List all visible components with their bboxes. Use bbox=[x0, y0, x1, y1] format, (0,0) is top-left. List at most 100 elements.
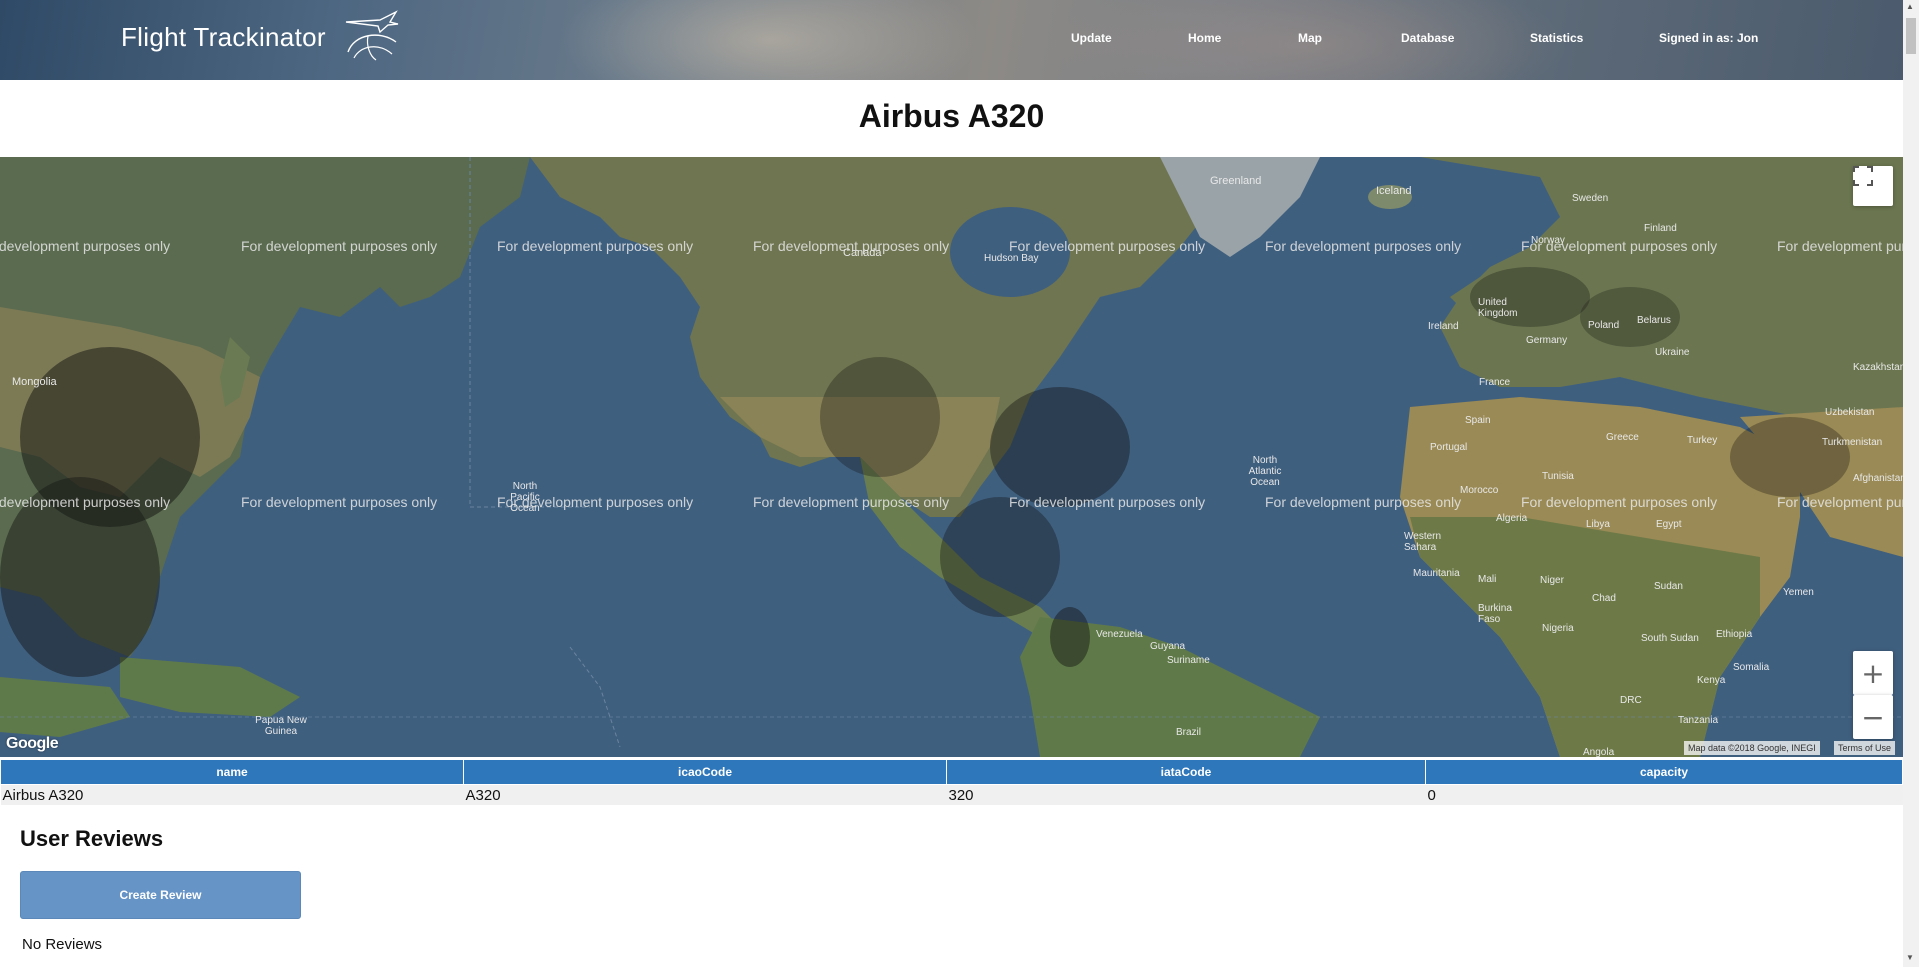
header-background-cloud bbox=[560, 0, 980, 80]
dev-watermark: For development purposes only bbox=[497, 238, 694, 254]
map-label: Niger bbox=[1540, 575, 1564, 586]
airplane-globe-logo-icon bbox=[345, 10, 399, 61]
terms-of-use-link[interactable]: Terms of Use bbox=[1834, 741, 1896, 755]
dev-watermark: For development purposes only bbox=[753, 494, 950, 510]
dev-watermark: For development purposes only bbox=[0, 494, 171, 510]
no-reviews-text: No Reviews bbox=[22, 936, 103, 953]
map-label: Mongolia bbox=[12, 376, 57, 388]
map-label: Suriname bbox=[1167, 655, 1210, 666]
map-label: Afghanistan bbox=[1853, 473, 1903, 484]
map-label: Venezuela bbox=[1096, 629, 1143, 640]
nav-update[interactable]: Update bbox=[1071, 31, 1112, 45]
world-map[interactable]: For development purposes only For develo… bbox=[0, 157, 1903, 757]
map-label: Hudson Bay bbox=[984, 253, 1039, 264]
map-label: Portugal bbox=[1430, 442, 1468, 453]
map-label: Iceland bbox=[1376, 185, 1412, 197]
column-header-name: name bbox=[0, 759, 464, 785]
map-label: Morocco bbox=[1460, 485, 1499, 496]
cell-capacity: 0 bbox=[1425, 784, 1903, 805]
nav-database[interactable]: Database bbox=[1401, 31, 1454, 45]
map-label: Angola bbox=[1583, 747, 1615, 757]
nav-signed-in-user[interactable]: Signed in as: Jon bbox=[1659, 31, 1758, 45]
map-label: Ireland bbox=[1428, 321, 1459, 332]
cell-iatacode: 320 bbox=[946, 784, 1426, 805]
plus-icon: + bbox=[1861, 656, 1885, 690]
column-header-iatacode: iataCode bbox=[946, 759, 1426, 785]
table-row: Airbus A320 A320 320 0 bbox=[0, 784, 1903, 805]
create-review-button[interactable]: Create Review bbox=[20, 871, 301, 919]
google-logo[interactable]: Google bbox=[6, 735, 59, 753]
app-title[interactable]: Flight Trackinator bbox=[121, 22, 326, 53]
scroll-down-arrow-icon[interactable]: ▼ bbox=[1906, 953, 1914, 962]
map-label: Turkey bbox=[1687, 435, 1718, 446]
map-label: Western Sahara bbox=[1404, 531, 1442, 553]
map-label: United Kingdom bbox=[1478, 297, 1518, 319]
nav-map[interactable]: Map bbox=[1298, 31, 1322, 45]
cell-name: Airbus A320 bbox=[0, 784, 464, 805]
reviews-heading: User Reviews bbox=[20, 826, 164, 851]
map-label: Canada bbox=[843, 247, 882, 259]
page-title: Airbus A320 bbox=[858, 98, 1045, 134]
map-label: Mali bbox=[1478, 574, 1497, 585]
map-label: Germany bbox=[1526, 335, 1568, 346]
dev-watermark: For development purposes only bbox=[1777, 494, 1903, 510]
dev-watermark: For development purposes only bbox=[241, 494, 438, 510]
map-label: Brazil bbox=[1176, 727, 1202, 738]
map-label: Nigeria bbox=[1542, 623, 1574, 634]
dev-watermark: For development purposes only bbox=[1521, 494, 1718, 510]
map-label: Spain bbox=[1465, 415, 1491, 426]
map-label: South Sudan bbox=[1641, 633, 1699, 644]
table-header-row: name icaoCode iataCode capacity bbox=[0, 759, 1903, 785]
fullscreen-button[interactable] bbox=[1853, 166, 1893, 206]
page-scrollbar[interactable] bbox=[1903, 0, 1919, 967]
map-label: Somalia bbox=[1733, 662, 1770, 673]
nav-home[interactable]: Home bbox=[1188, 31, 1221, 45]
map-label: North Pacific Ocean bbox=[510, 481, 540, 514]
dev-watermark: For development purposes only bbox=[241, 238, 438, 254]
map-label: Norway bbox=[1531, 235, 1565, 246]
zoom-in-button[interactable]: + bbox=[1853, 651, 1893, 695]
map-label: Belarus bbox=[1637, 315, 1671, 326]
map-label: Kazakhstan bbox=[1853, 362, 1903, 373]
column-header-capacity: capacity bbox=[1425, 759, 1903, 785]
map-label: Egypt bbox=[1656, 519, 1682, 530]
dev-watermark: For development purposes only bbox=[1777, 238, 1903, 254]
fullscreen-icon bbox=[1853, 166, 1873, 186]
map-label: Ethiopia bbox=[1716, 629, 1753, 640]
map-label: Chad bbox=[1592, 593, 1616, 604]
minus-icon: − bbox=[1861, 700, 1885, 734]
map-label: Poland bbox=[1588, 320, 1620, 331]
map-label: Papua New Guinea bbox=[255, 715, 307, 737]
map-label: Finland bbox=[1644, 223, 1677, 234]
scroll-up-arrow-icon[interactable]: ▲ bbox=[1906, 2, 1914, 11]
dev-watermark: For development purposes only bbox=[1009, 238, 1206, 254]
map-attribution: Map data ©2018 Google, INEGI bbox=[1684, 741, 1820, 755]
map-label: Algeria bbox=[1496, 513, 1528, 524]
map-label: Uzbekistan bbox=[1825, 407, 1875, 418]
column-header-icaocode: icaoCode bbox=[463, 759, 947, 785]
aircraft-info-table: name icaoCode iataCode capacity Airbus A… bbox=[0, 759, 1903, 805]
map-label: France bbox=[1479, 377, 1511, 388]
map-label: Kenya bbox=[1697, 675, 1726, 686]
zoom-out-button[interactable]: − bbox=[1853, 695, 1893, 739]
dev-watermark: For development purposes only bbox=[0, 238, 171, 254]
map-label: Libya bbox=[1586, 519, 1610, 530]
map-label: Turkmenistan bbox=[1822, 437, 1883, 448]
nav-statistics[interactable]: Statistics bbox=[1530, 31, 1583, 45]
map-label: North Atlantic Ocean bbox=[1248, 455, 1282, 488]
scrollbar-thumb[interactable] bbox=[1906, 18, 1916, 54]
dev-watermark: For development purposes only bbox=[1009, 494, 1206, 510]
map-label: Yemen bbox=[1783, 587, 1814, 598]
map-label: Tunisia bbox=[1542, 471, 1574, 482]
map-label: Ukraine bbox=[1655, 347, 1690, 358]
map-label: Guyana bbox=[1150, 641, 1186, 652]
map-label: Mauritania bbox=[1413, 568, 1460, 579]
map-label: Sudan bbox=[1654, 581, 1683, 592]
map-label: Greece bbox=[1606, 432, 1639, 443]
cell-icaocode: A320 bbox=[463, 784, 947, 805]
dev-watermark: For development purposes only bbox=[1265, 238, 1462, 254]
map-label: Tanzania bbox=[1678, 715, 1719, 726]
map-label: DRC bbox=[1620, 695, 1642, 706]
map-label: Burkina Faso bbox=[1478, 603, 1512, 625]
header-bar: Flight Trackinator Update Home Map Datab… bbox=[0, 0, 1903, 80]
